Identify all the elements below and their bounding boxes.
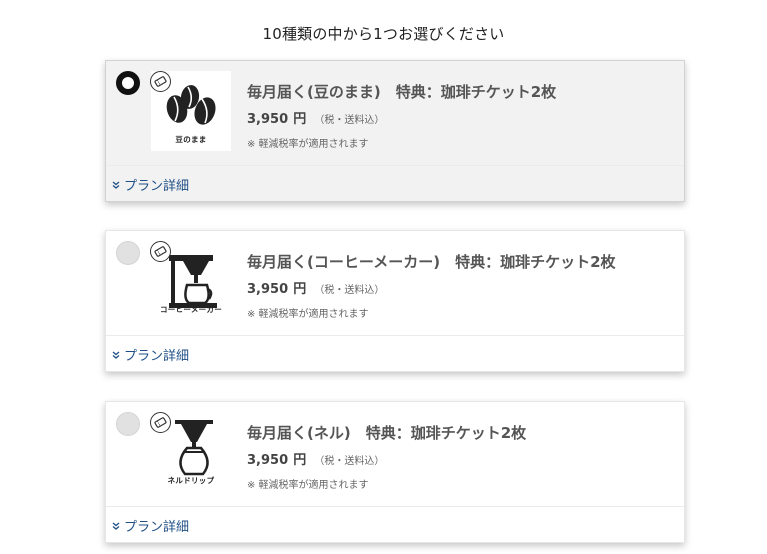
plan-title: 毎月届く(豆のまま) 特典：珈琲チケット2枚 [247, 83, 557, 101]
plan-details-label: プラン詳細 [124, 349, 190, 364]
price-unit: 円 [293, 112, 307, 127]
page-heading: 10種類の中から1つお選びください [262, 25, 505, 43]
plan-details-label: プラン詳細 [124, 520, 190, 535]
price-unit: 円 [293, 282, 307, 297]
plan-price: 3,950 [247, 112, 289, 127]
plan-details-label: プラン詳細 [124, 179, 190, 194]
plan-card-beans[interactable]: 豆のまま 毎月届く(豆のまま) 特典：珈琲チケット2枚 3,950 円 （税・送… [105, 60, 685, 202]
ticket-icon [150, 412, 171, 433]
plan-details-link[interactable]: プラン詳細 [112, 175, 189, 194]
ticket-icon [150, 241, 171, 262]
chevron-down-icon [112, 351, 120, 359]
price-unit: 円 [293, 453, 307, 468]
tax-note: （税・送料込） [314, 115, 385, 126]
plan-radio-nel-drip[interactable] [116, 412, 140, 436]
tax-note: （税・送料込） [314, 285, 385, 296]
divider [106, 335, 684, 336]
reduced-tax-note: ※ 軽減税率が適用されます [247, 309, 369, 320]
image-label: ネルドリップ [167, 476, 215, 485]
reduced-tax-note: ※ 軽減税率が適用されます [247, 480, 369, 491]
divider [106, 506, 684, 507]
plan-price: 3,950 [247, 282, 289, 297]
plan-card-coffee-maker[interactable]: コーヒーメーカー 毎月届く(コーヒーメーカー) 特典：珈琲チケット2枚 3,95… [105, 230, 685, 372]
plan-card-nel-drip[interactable]: ネルドリップ 毎月届く(ネル) 特典：珈琲チケット2枚 3,950 円 （税・送… [105, 401, 685, 543]
chevron-down-icon [112, 522, 120, 530]
divider [106, 165, 684, 166]
plan-title: 毎月届く(ネル) 特典：珈琲チケット2枚 [247, 424, 527, 442]
tax-note: （税・送料込） [314, 456, 385, 467]
plan-radio-coffee-maker[interactable] [116, 241, 140, 265]
chevron-down-icon [112, 181, 120, 189]
plan-title: 毎月届く(コーヒーメーカー) 特典：珈琲チケット2枚 [247, 253, 616, 271]
ticket-icon [150, 71, 171, 92]
image-label: コーヒーメーカー [159, 305, 223, 314]
plan-details-link[interactable]: プラン詳細 [112, 516, 189, 535]
reduced-tax-note: ※ 軽減税率が適用されます [247, 139, 369, 150]
plan-radio-beans[interactable] [116, 71, 140, 95]
plan-price: 3,950 [247, 453, 289, 468]
plan-details-link[interactable]: プラン詳細 [112, 345, 189, 364]
image-label: 豆のまま [175, 135, 207, 144]
